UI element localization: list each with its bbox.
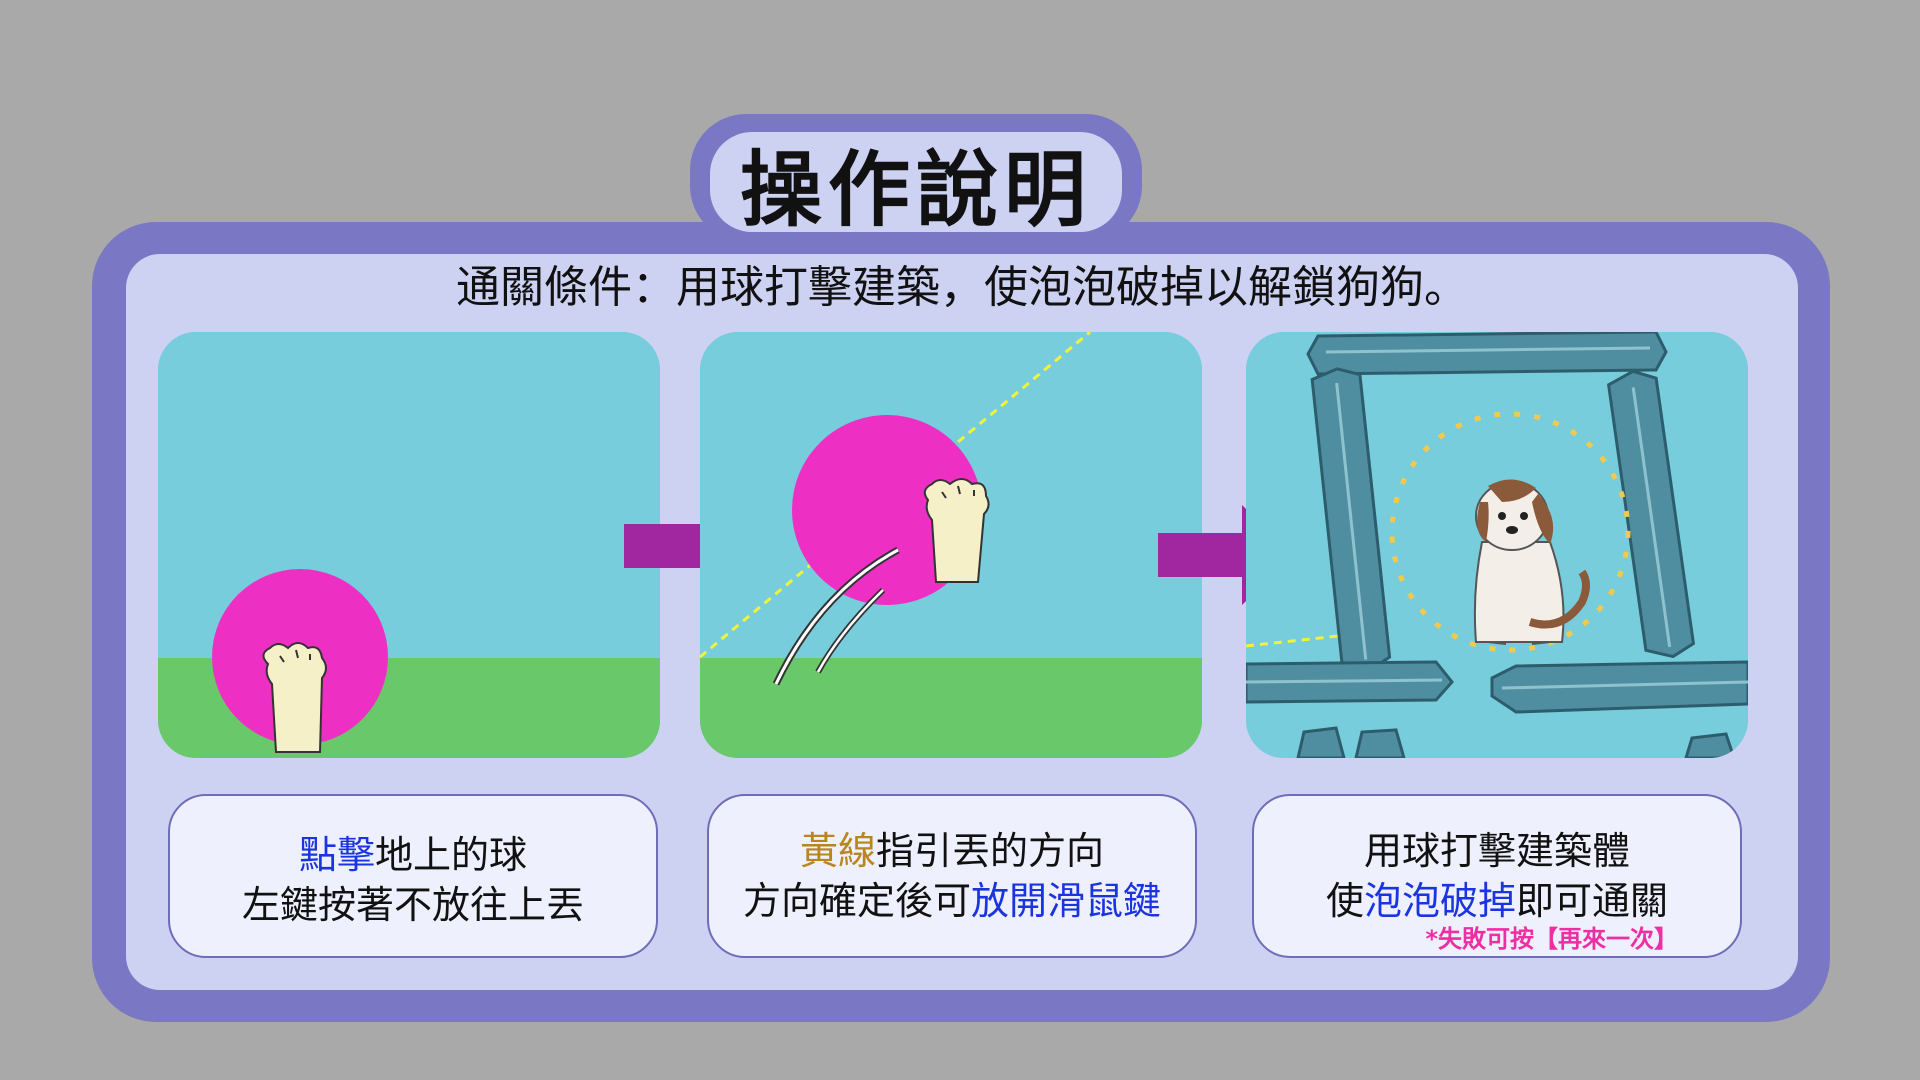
step1-caption: 點擊地上的球 左鍵按著不放往上丟	[168, 794, 658, 958]
crystal-pillar-icon	[1306, 332, 1668, 376]
crystal-pillar-icon	[1490, 660, 1748, 714]
step3-caption: 用球打擊建築體 使泡泡破掉即可通關 *失敗可按【再來一次】	[1252, 794, 1742, 958]
step3-line1: 用球打擊建築體	[1363, 829, 1630, 873]
step2-line1: 黃線指引丟的方向	[799, 829, 1105, 873]
step2-line2: 方向確定後可放開滑鼠鍵	[742, 879, 1162, 923]
objective-text: 通關條件：用球打擊建築，使泡泡破掉以解鎖狗狗。	[456, 262, 1468, 313]
step3-illustration	[1246, 332, 1748, 758]
step2-illustration	[700, 332, 1202, 758]
step1-illustration	[158, 332, 660, 758]
step1-line1: 點擊地上的球	[298, 833, 528, 877]
step1-line2: 左鍵按著不放往上丟	[241, 883, 584, 927]
page-title: 操作說明	[739, 142, 1092, 238]
retry-note: *失敗可按【再來一次】	[1425, 925, 1678, 953]
grass	[700, 658, 1202, 758]
title-badge: 操作說明	[710, 132, 1122, 238]
paw-hand-icon	[923, 478, 990, 583]
step2-caption: 黃線指引丟的方向 方向確定後可放開滑鼠鍵	[707, 794, 1197, 958]
crystal-pillar-icon	[1246, 660, 1454, 704]
